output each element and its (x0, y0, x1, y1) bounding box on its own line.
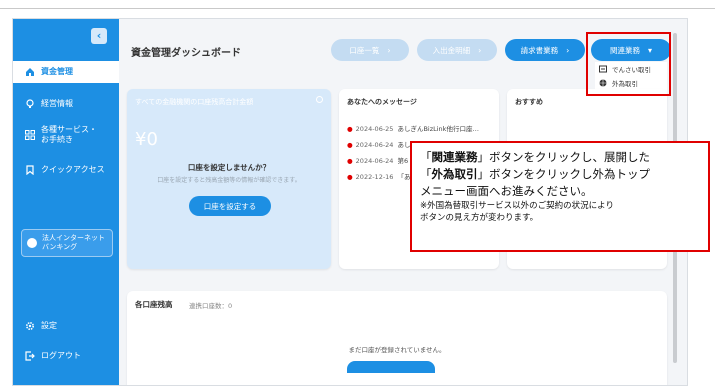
sidebar-item-quick-access[interactable]: クイックアクセス (13, 159, 119, 181)
empty-account-text: まだ口座が登録されていません。 (348, 346, 446, 354)
deposit-detail-label: 入出金明細 (432, 45, 471, 55)
bookmark-icon (26, 165, 34, 175)
grid-icon (25, 130, 35, 140)
chevron-right-icon: › (478, 45, 482, 55)
message-item[interactable]: ● 2024-06-24 第6 (347, 155, 408, 165)
sidebar-item-label: 経営情報 (41, 99, 73, 108)
instruction-line-3: メニュー画面へお進みください。 (420, 184, 593, 198)
recommend-title: おすすめ (515, 98, 543, 106)
top-divider (0, 8, 715, 9)
highlight-box (586, 32, 671, 96)
message-item[interactable]: ● 2024-06-25 あしぎんBizLink他行口座… (347, 123, 479, 133)
sidebar-item-fund-management[interactable]: 資金管理 (13, 61, 119, 83)
total-balance-amount: ¥0 (135, 129, 158, 150)
sidebar-item-services[interactable]: 各種サービス・お手続き (13, 119, 119, 151)
deposit-detail-button[interactable]: 入出金明細 › (417, 39, 497, 61)
total-balance-title: すべての金融機関の口座残高合計金額 (135, 98, 254, 106)
sidebar-item-business-info[interactable]: 経営情報 (13, 93, 119, 115)
collapse-sidebar-button[interactable]: ‹ (91, 28, 107, 44)
billing-label: 請求書業務 (520, 45, 559, 55)
billing-button[interactable]: 請求書業務 › (505, 39, 585, 61)
sidebar: ‹ 資金管理 経営情報 各種サービス・お手続き クイックアクセス 法人インターネ… (13, 19, 119, 385)
instruction-callout: 「関連業務」ボタンをクリックし、展開した 「外為取引」ボタンをクリックし外為トッ… (410, 141, 710, 252)
messages-title: あなたへのメッセージ (347, 98, 417, 106)
message-item[interactable]: ● 2022-12-16 「あ (347, 171, 410, 181)
account-list-label: 口座一覧 (349, 45, 380, 55)
info-icon[interactable] (316, 96, 323, 103)
sidebar-item-logout[interactable]: ログアウト (13, 345, 119, 367)
home-icon (26, 68, 34, 76)
logout-icon (25, 351, 35, 361)
sidebar-item-settings[interactable]: 設定 (13, 315, 119, 337)
setup-account-button[interactable]: 口座を設定する (189, 196, 271, 216)
netbank-label: 法人インターネットバンキング (42, 234, 105, 251)
sidebar-item-label: 各種サービス・お手続き (41, 125, 97, 144)
internet-banking-link[interactable]: 法人インターネットバンキング (21, 229, 113, 257)
sidebar-item-label: 資金管理 (41, 67, 73, 76)
add-account-button[interactable] (347, 361, 435, 373)
account-balance-title: 各口座残高 (135, 300, 173, 309)
setup-description: 口座を設定すると残高金額等の情報が確認できます。 (157, 177, 301, 184)
sidebar-item-label: 設定 (41, 321, 57, 330)
linked-account-count: 連携口座数：0 (189, 302, 233, 310)
gear-icon (25, 321, 35, 331)
account-list-button[interactable]: 口座一覧 › (331, 39, 409, 61)
total-balance-card: すべての金融機関の口座残高合計金額 ¥0 口座を設定しませんか？ 口座を設定する… (127, 89, 331, 269)
instruction-note-1: ※外国為替取引サービス以外のご契約の状況により (420, 201, 614, 211)
page-title: 資金管理ダッシュボード (131, 48, 241, 59)
setup-question: 口座を設定しませんか？ (187, 163, 271, 172)
account-balance-section: 各口座残高 連携口座数：0 まだ口座が登録されていません。 (127, 291, 667, 385)
netbank-icon (27, 238, 37, 248)
sidebar-item-label: ログアウト (41, 351, 81, 360)
instruction-note-2: ボタンの見え方が変わります。 (420, 213, 539, 223)
sidebar-item-label: クイックアクセス (41, 165, 105, 174)
instruction-line-1: 「関連業務」ボタンをクリックし、展開した (420, 150, 650, 164)
chevron-right-icon: › (387, 45, 391, 55)
lightbulb-icon (26, 99, 34, 108)
chevron-right-icon: › (566, 45, 570, 55)
instruction-line-2: 「外為取引」ボタンをクリックし外為トップ (420, 167, 650, 181)
